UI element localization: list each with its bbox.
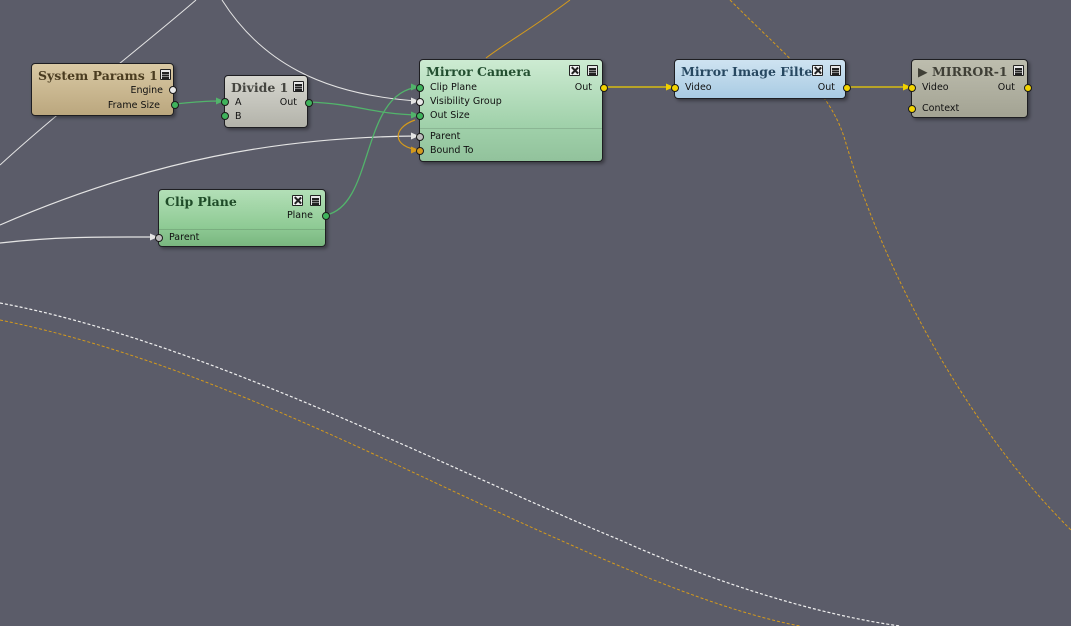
port-label-out: Out — [997, 82, 1015, 93]
port-a-in[interactable] — [221, 98, 229, 106]
port-label-out: Out — [574, 82, 592, 93]
port-engine-out[interactable] — [169, 86, 177, 94]
port-context-in[interactable] — [908, 105, 916, 113]
node-mirror-image-filter[interactable]: Mirror Image Filter Video Out — [671, 59, 851, 99]
node-title: Clip Plane — [165, 194, 237, 209]
port-out-size-in[interactable] — [416, 112, 424, 120]
port-label-bound-to: Bound To — [430, 145, 474, 156]
port-label-video: Video — [685, 82, 712, 93]
menu-icon[interactable] — [310, 195, 321, 206]
wire-frame-size-to-a[interactable] — [173, 100, 225, 105]
port-label-parent: Parent — [169, 232, 200, 243]
port-label-context: Context — [922, 103, 960, 114]
port-plane-out[interactable] — [322, 212, 330, 220]
node-mirror-output[interactable]: ▶ MIRROR-1 Video Out Context — [908, 59, 1032, 118]
port-label-parent: Parent — [430, 131, 461, 142]
menu-icon[interactable] — [1013, 65, 1024, 76]
port-label-out: Out — [279, 97, 297, 108]
node-title: Divide 1 — [231, 80, 289, 95]
close-icon[interactable] — [569, 65, 580, 76]
close-icon[interactable] — [292, 195, 303, 206]
port-label-out: Out — [817, 82, 835, 93]
wire-orange-top[interactable] — [485, 0, 571, 59]
wire-white-parent-clip[interactable] — [0, 236, 159, 244]
node-divider — [159, 229, 325, 230]
port-out[interactable] — [1024, 84, 1032, 92]
node-title: Mirror Camera — [426, 64, 531, 79]
wire-divide-out-to-out-size[interactable] — [307, 101, 420, 116]
menu-icon[interactable] — [587, 65, 598, 76]
port-label-out-size: Out Size — [430, 110, 470, 121]
port-clip-plane-in[interactable] — [416, 84, 424, 92]
node-mirror-camera[interactable]: Mirror Camera Clip Plane Visibility Grou… — [416, 59, 608, 162]
node-divider — [420, 128, 602, 129]
port-label-visibility-group: Visibility Group — [430, 96, 502, 107]
node-title: ▶ MIRROR-1 — [918, 64, 1008, 79]
port-label-engine: Engine — [130, 85, 163, 96]
port-parent-in[interactable] — [416, 133, 424, 141]
node-divide[interactable]: Divide 1 A B Out — [221, 75, 313, 128]
wire-white-dashed-bottom[interactable] — [0, 302, 901, 626]
port-out[interactable] — [843, 84, 851, 92]
port-video-in[interactable] — [671, 84, 679, 92]
node-system-params[interactable]: System Params 1 Engine Frame Size — [31, 63, 179, 116]
port-out[interactable] — [600, 84, 608, 92]
port-label-video: Video — [922, 82, 949, 93]
node-title: Mirror Image Filter — [681, 64, 819, 79]
menu-icon[interactable] — [160, 69, 171, 80]
port-parent-in[interactable] — [155, 234, 163, 242]
port-label-b: B — [235, 111, 242, 122]
port-label-frame-size: Frame Size — [107, 100, 160, 111]
port-b-in[interactable] — [221, 112, 229, 120]
port-label-a: A — [235, 97, 242, 108]
port-bound-to-in[interactable] — [416, 147, 424, 155]
wire-orange-dashed-bottom[interactable] — [0, 319, 801, 626]
menu-icon[interactable] — [293, 81, 304, 92]
wire-plane-to-clip-plane[interactable] — [325, 86, 420, 216]
node-title: System Params 1 — [38, 68, 158, 83]
node-clip-plane[interactable]: Clip Plane Plane Parent — [155, 189, 330, 247]
port-label-plane: Plane — [286, 210, 313, 221]
port-visibility-group-in[interactable] — [416, 98, 424, 106]
port-frame-size-out[interactable] — [171, 101, 179, 109]
menu-icon[interactable] — [830, 65, 841, 76]
port-out[interactable] — [305, 99, 313, 107]
port-video-in[interactable] — [908, 84, 916, 92]
close-icon[interactable] — [812, 65, 823, 76]
port-label-clip-plane: Clip Plane — [430, 82, 478, 93]
